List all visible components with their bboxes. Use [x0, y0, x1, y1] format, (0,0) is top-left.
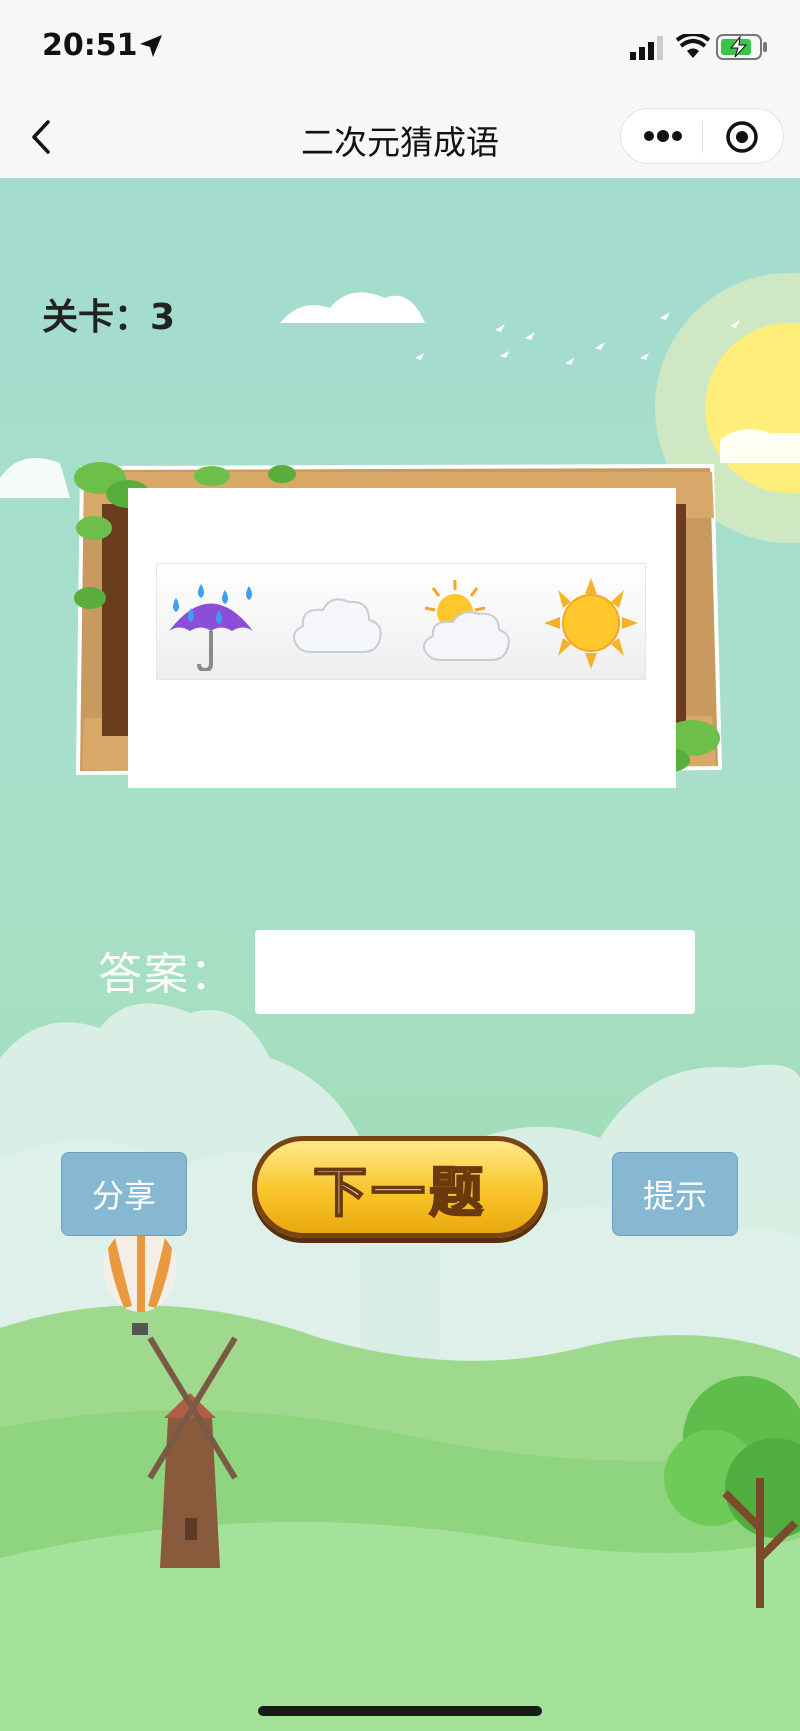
level-indicator: 关卡：3: [42, 297, 176, 338]
answer-label: 答案：: [98, 949, 236, 1000]
sun-icon: [544, 578, 638, 669]
next-question-label: 下一题: [312, 1160, 487, 1225]
status-bar: 20:51: [0, 0, 800, 96]
next-question-button[interactable]: 下一题: [252, 1136, 548, 1238]
wifi-icon: [676, 34, 710, 58]
home-indicator: [258, 1706, 542, 1716]
close-target-icon[interactable]: [725, 120, 759, 154]
more-dots-icon[interactable]: [643, 126, 683, 146]
cloud-icon: [292, 598, 382, 653]
battery-charging-icon: [716, 34, 767, 60]
nav-bar: 二次元猜成语: [0, 96, 800, 178]
status-time: 20:51: [42, 28, 138, 63]
emoji-puzzle-strip: [156, 563, 646, 680]
share-button[interactable]: 分享: [61, 1152, 187, 1236]
umbrella-with-rain-drops-icon: [169, 584, 253, 671]
cellular-signal-icon: [630, 36, 663, 60]
answer-input[interactable]: [255, 930, 695, 1014]
hint-button[interactable]: 提示: [612, 1152, 738, 1236]
sun-behind-cloud-icon: [422, 580, 510, 661]
game-scene: 关卡：3 答案： 分享 下一题 提示: [0, 178, 800, 1731]
mini-program-capsule: [620, 108, 784, 164]
location-arrow-icon: [140, 35, 162, 57]
capsule-divider: [702, 121, 703, 153]
